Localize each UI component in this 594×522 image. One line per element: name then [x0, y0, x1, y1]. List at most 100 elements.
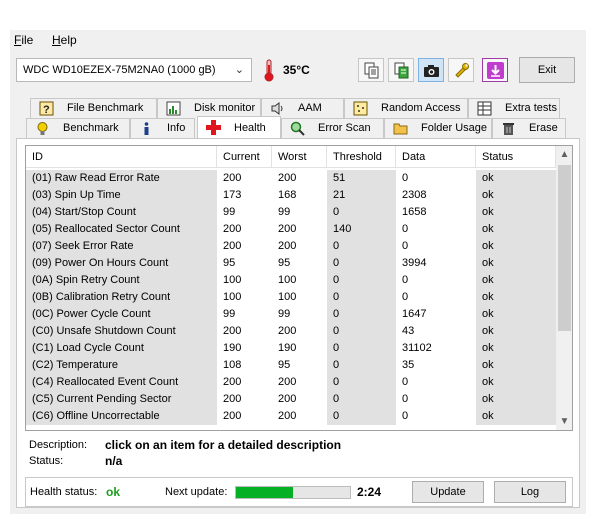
- cell-status: ok: [476, 374, 556, 391]
- tab-folder-usage[interactable]: Folder Usage: [384, 118, 492, 138]
- table-row[interactable]: (05) Reallocated Sector Count 200 200 140 0 o…: [26, 221, 556, 238]
- tab-erase[interactable]: Erase: [492, 118, 566, 138]
- exit-button[interactable]: Exit: [519, 57, 575, 83]
- cell-id: (04) Start/Stop Count: [26, 204, 217, 221]
- tab-error-scan[interactable]: Error Scan: [281, 118, 384, 138]
- smart-attributes-list[interactable]: ID Current Worst Threshold Data Status (…: [25, 145, 573, 431]
- tab-extra-tests[interactable]: Extra tests: [468, 98, 560, 118]
- update-button[interactable]: Update: [412, 481, 484, 503]
- cell-threshold: 0: [327, 408, 396, 425]
- cell-worst: 200: [278, 172, 297, 184]
- tab-label: File Benchmark: [67, 102, 144, 114]
- tab-file-benchmark[interactable]: ? File Benchmark: [30, 98, 157, 118]
- table-row[interactable]: (C2) Temperature 108 95 0 35 ok: [26, 357, 556, 374]
- tab-info[interactable]: Info: [130, 118, 195, 138]
- tab-label: Folder Usage: [421, 122, 488, 134]
- table-row[interactable]: (C0) Unsafe Shutdown Count 200 200 0 43 ok: [26, 323, 556, 340]
- chevron-down-icon: ⌄: [234, 64, 244, 76]
- cell-data: 3994: [402, 257, 427, 269]
- cell-current: 173: [223, 189, 242, 201]
- options-button[interactable]: [448, 58, 474, 82]
- tab-label: AAM: [298, 102, 322, 114]
- cell-data: 1647: [402, 308, 427, 320]
- table-row[interactable]: (0B) Calibration Retry Count 100 100 0 0 ok: [26, 289, 556, 306]
- tab-benchmark[interactable]: Benchmark: [26, 118, 130, 138]
- cell-id: (C0) Unsafe Shutdown Count: [26, 323, 217, 340]
- table-row[interactable]: (03) Spin Up Time 173 168 21 2308 ok: [26, 187, 556, 204]
- screenshot-button[interactable]: [418, 58, 444, 82]
- column-header-id[interactable]: ID: [26, 146, 217, 168]
- cell-status: ok: [476, 340, 556, 357]
- tab-aam[interactable]: AAM: [261, 98, 344, 118]
- table-row[interactable]: (C5) Current Pending Sector 200 200 0 0 ok: [26, 391, 556, 408]
- cell-data: 0: [402, 223, 409, 235]
- table-row[interactable]: (04) Start/Stop Count 99 99 0 1658 ok: [26, 204, 556, 221]
- table-icon: [477, 101, 492, 116]
- cell-data: 0: [402, 291, 409, 303]
- cell-threshold: 0: [327, 340, 396, 357]
- cell-current: 95: [223, 257, 236, 269]
- cell-worst: 200: [278, 240, 297, 252]
- log-button[interactable]: Log: [494, 481, 566, 503]
- menu-help-label: elp: [60, 33, 77, 47]
- tab-label: Health: [234, 122, 266, 134]
- cell-status: ok: [476, 391, 556, 408]
- table-row[interactable]: (C1) Load Cycle Count 190 190 0 31102 ok: [26, 340, 556, 357]
- cell-threshold: 140: [327, 221, 396, 238]
- table-row[interactable]: (C4) Reallocated Event Count 200 200 0 0 ok: [26, 374, 556, 391]
- app-window: File Help WDC WD10EZEX-75M2NA0 (1000 gB)…: [10, 30, 586, 514]
- health-cross-icon: [206, 120, 221, 135]
- table-row[interactable]: (C6) Offline Uncorrectable 200 200 0 0 ok: [26, 408, 556, 425]
- cell-current: 99: [223, 308, 236, 320]
- vertical-scrollbar[interactable]: ▲ ▼: [556, 146, 572, 430]
- table-row[interactable]: (01) Raw Read Error Rate 200 200 51 0 ok: [26, 170, 556, 187]
- cell-worst: 200: [278, 325, 297, 337]
- cell-data: 0: [402, 376, 409, 388]
- cell-threshold: 51: [327, 170, 396, 187]
- tab-disk-monitor[interactable]: Disk monitor: [157, 98, 261, 118]
- tab-label: Erase: [529, 122, 558, 134]
- column-header-threshold[interactable]: Threshold: [327, 146, 396, 168]
- description-label: Description:: [29, 439, 88, 451]
- tab-label: Extra tests: [505, 102, 557, 114]
- cell-worst: 99: [278, 206, 291, 218]
- cell-status: ok: [476, 289, 556, 306]
- table-row[interactable]: (0A) Spin Retry Count 100 100 0 0 ok: [26, 272, 556, 289]
- cell-id: (01) Raw Read Error Rate: [26, 170, 217, 187]
- scroll-up-icon[interactable]: ▲: [556, 146, 572, 163]
- column-header-current[interactable]: Current: [217, 146, 272, 168]
- column-header-data[interactable]: Data: [396, 146, 476, 168]
- health-summary-bar: Health status: ok Next update: 2:24 Upda…: [25, 477, 573, 507]
- table-row[interactable]: (07) Seek Error Rate 200 200 0 0 ok: [26, 238, 556, 255]
- menu-file[interactable]: File: [14, 33, 33, 47]
- description-text: click on an item for a detailed descript…: [105, 438, 342, 452]
- cell-data: 0: [402, 172, 409, 184]
- menu-help[interactable]: Help: [52, 33, 77, 47]
- tab-label: Info: [167, 122, 186, 134]
- cell-current: 200: [223, 223, 242, 235]
- cell-worst: 200: [278, 376, 297, 388]
- scroll-down-icon[interactable]: ▼: [556, 413, 572, 430]
- copy-image-button[interactable]: [388, 58, 414, 82]
- cell-id: (0C) Power Cycle Count: [26, 306, 217, 323]
- next-update-label: Next update:: [165, 486, 228, 498]
- column-header-worst[interactable]: Worst: [272, 146, 327, 168]
- folder-icon: [393, 123, 408, 135]
- info-icon: [144, 122, 149, 135]
- cell-current: 190: [223, 342, 242, 354]
- save-button[interactable]: [482, 58, 508, 82]
- copy-text-button[interactable]: [358, 58, 384, 82]
- lightbulb-icon: [37, 122, 48, 135]
- tab-health[interactable]: Health: [197, 116, 281, 138]
- health-panel: ID Current Worst Threshold Data Status (…: [16, 138, 580, 508]
- cell-id: (C1) Load Cycle Count: [26, 340, 217, 357]
- cell-worst: 200: [278, 393, 297, 405]
- scrollbar-thumb[interactable]: [558, 165, 571, 331]
- tab-random-access[interactable]: Random Access: [344, 98, 468, 118]
- column-header-status[interactable]: Status: [476, 146, 556, 168]
- drive-select-value: WDC WD10EZEX-75M2NA0 (1000 gB): [23, 64, 216, 76]
- cell-current: 108: [223, 359, 242, 371]
- drive-select[interactable]: WDC WD10EZEX-75M2NA0 (1000 gB) ⌄: [16, 58, 252, 82]
- table-row[interactable]: (0C) Power Cycle Count 99 99 0 1647 ok: [26, 306, 556, 323]
- table-row[interactable]: (09) Power On Hours Count 95 95 0 3994 ok: [26, 255, 556, 272]
